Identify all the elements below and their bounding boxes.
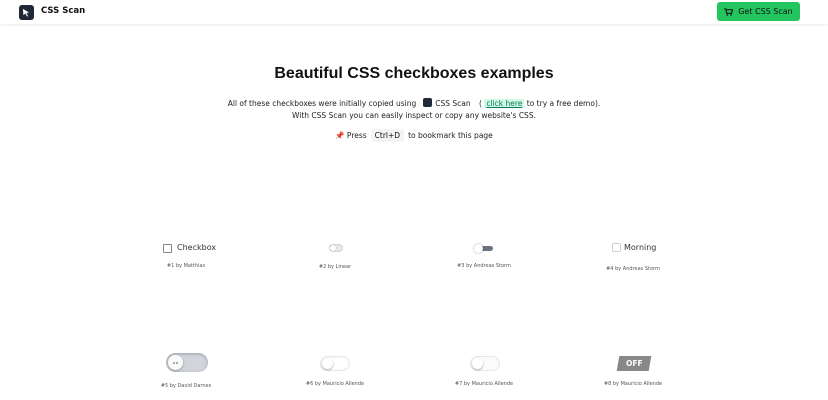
toggle-example-3[interactable]	[474, 244, 493, 253]
toggle-example-8[interactable]: OFF	[616, 356, 652, 371]
get-css-scan-label: Get CSS Scan	[738, 7, 793, 16]
top-navbar: CSS Scan Get CSS Scan	[0, 0, 828, 24]
get-css-scan-button[interactable]: Get CSS Scan	[717, 2, 800, 21]
checkbox-example-4[interactable]	[612, 243, 621, 252]
example-7-caption: #7 by Mauricio Allende	[454, 381, 514, 387]
checkbox-example-4-label[interactable]: Morning	[624, 243, 656, 252]
intro-line-1: All of these checkboxes were initially c…	[0, 98, 828, 108]
bookmark-press: Press	[346, 131, 367, 140]
pushpin-icon: 📌	[335, 131, 345, 140]
example-4-caption: #4 by Andreas Storm	[606, 266, 660, 272]
toggle-knob	[168, 355, 183, 370]
intro-app-name: CSS Scan	[435, 99, 471, 108]
knob-dot-icon	[173, 362, 175, 364]
toggle-example-7[interactable]	[470, 356, 500, 371]
free-demo-link[interactable]: click here	[484, 99, 525, 108]
intro-suffix: to try a free demo).	[526, 99, 601, 108]
page-title: Beautiful CSS checkboxes examples	[274, 65, 554, 82]
toggle-example-2[interactable]	[329, 244, 343, 252]
example-3-caption: #3 by Andreas Storm	[457, 263, 511, 269]
brand-name[interactable]: CSS Scan	[41, 6, 85, 16]
intro-line-2: With CSS Scan you can easily inspect or …	[292, 111, 536, 120]
example-6-caption: #6 by Mauricio Allende	[305, 381, 365, 387]
css-scan-logo-icon[interactable]	[19, 5, 34, 20]
css-scan-mini-logo-icon	[423, 98, 433, 107]
example-2-caption: #2 by Linear	[318, 264, 352, 270]
intro-prefix: All of these checkboxes were initially c…	[227, 99, 417, 108]
example-1-caption: #1 by Matthias	[166, 263, 206, 269]
checkbox-example-1-label[interactable]: Checkbox	[177, 243, 216, 252]
intro-paren: (	[479, 99, 482, 108]
bookmark-shortcut-key: Ctrl+D	[370, 129, 405, 142]
toggle-example-5[interactable]	[166, 353, 208, 372]
bookmark-hint: 📌 Press Ctrl+D to bookmark this page	[0, 129, 828, 142]
knob-dot-icon	[176, 362, 178, 364]
toggle-example-6[interactable]	[320, 356, 350, 371]
checkbox-example-1[interactable]	[163, 244, 172, 253]
example-8-caption: #8 by Mauricio Allende	[603, 381, 663, 387]
toggle-example-8-label: OFF	[625, 359, 643, 368]
shopping-cart-icon	[724, 7, 734, 16]
bookmark-suffix: to bookmark this page	[408, 131, 493, 140]
example-5-caption: #5 by David Darnes	[160, 383, 212, 389]
